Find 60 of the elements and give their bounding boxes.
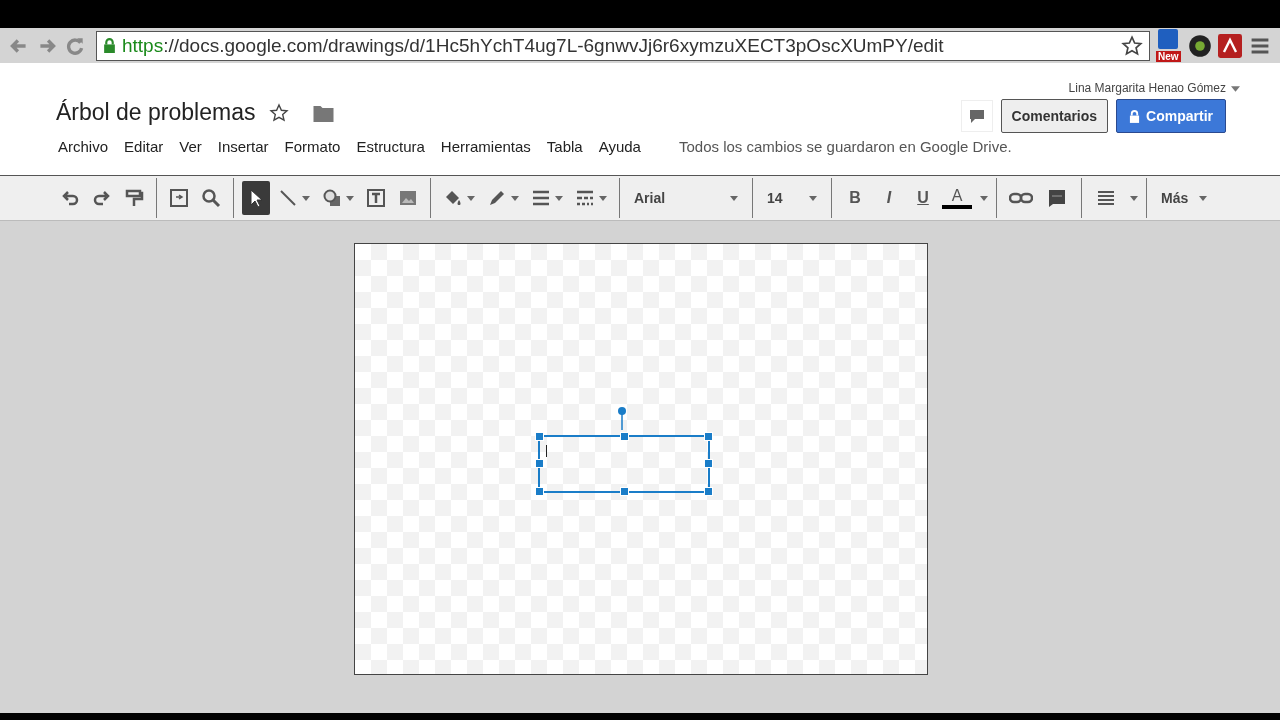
- text-box-icon: [366, 188, 386, 208]
- menu-item[interactable]: Herramientas: [440, 138, 531, 155]
- menu-item[interactable]: Archivo: [58, 138, 109, 155]
- menu-item[interactable]: Formato: [284, 138, 341, 155]
- pencil-icon: [487, 188, 507, 208]
- menu-item[interactable]: Insertar: [217, 138, 269, 155]
- user-account-menu[interactable]: Lina Margarita Henao Gómez: [1068, 81, 1226, 95]
- text-box[interactable]: [538, 435, 710, 493]
- folder-icon[interactable]: [313, 103, 335, 122]
- caret-icon: [346, 195, 354, 201]
- caret-icon[interactable]: [980, 195, 988, 201]
- line-dash-icon: [575, 188, 595, 208]
- text-color-button[interactable]: A: [942, 187, 972, 209]
- caret-icon: [730, 195, 738, 201]
- caret-icon: [555, 195, 563, 201]
- extension-icon[interactable]: [1156, 28, 1180, 49]
- shape-icon: [322, 188, 342, 208]
- caret-icon: [511, 195, 519, 201]
- paint-roller-icon: [124, 188, 144, 208]
- caret-icon: [1199, 195, 1207, 201]
- more-dropdown[interactable]: Más: [1155, 190, 1213, 206]
- menu-item[interactable]: Tabla: [546, 138, 583, 155]
- menu-item[interactable]: Estructura: [356, 138, 425, 155]
- caret-icon: [467, 195, 475, 201]
- caret-icon: [809, 195, 817, 201]
- menu-item[interactable]: Ver: [179, 138, 202, 155]
- bold-button[interactable]: B: [840, 189, 870, 207]
- caret-icon: [599, 195, 607, 201]
- pdf-icon[interactable]: [1218, 33, 1242, 58]
- line-icon: [278, 188, 298, 208]
- caret-icon[interactable]: [1130, 195, 1138, 201]
- lock-icon: [103, 38, 116, 53]
- comment-icon-button[interactable]: [960, 100, 993, 132]
- lock-icon: [1129, 109, 1141, 123]
- camera-icon[interactable]: [1188, 33, 1212, 58]
- zoom-fit-icon: [169, 188, 189, 208]
- new-badge: New: [1156, 50, 1181, 62]
- menu-item[interactable]: Ayuda: [598, 138, 641, 155]
- menu-item[interactable]: Editar: [124, 138, 164, 155]
- speech-bubble-icon: [968, 108, 985, 124]
- star-icon[interactable]: [269, 102, 290, 123]
- underline-button[interactable]: U: [908, 189, 938, 207]
- caret-icon[interactable]: [1231, 86, 1240, 92]
- caret-icon: [302, 195, 310, 201]
- zoom-icon: [201, 188, 221, 208]
- redo-icon: [92, 188, 112, 208]
- font-size-dropdown[interactable]: 14: [761, 190, 823, 206]
- undo-icon: [60, 188, 80, 208]
- address-bar[interactable]: https://docs.google.com/drawings/d/1Hc5hYchT4ug7L-6gnwvJj6r6xymzuXECT3pOscXUmPY/edit: [96, 30, 1150, 61]
- italic-button[interactable]: I: [874, 189, 904, 207]
- bookmark-star-icon[interactable]: [1121, 34, 1143, 57]
- comments-button[interactable]: Comentarios: [1000, 99, 1109, 133]
- select-tool-button[interactable]: [242, 181, 270, 215]
- document-title[interactable]: Árbol de problemas: [56, 99, 256, 126]
- share-button[interactable]: Compartir: [1116, 99, 1226, 133]
- font-dropdown[interactable]: Arial: [628, 190, 744, 206]
- line-weight-icon: [531, 188, 551, 208]
- image-icon: [398, 188, 418, 208]
- save-status: Todos los cambios se guardaron en Google Drive.: [678, 138, 1012, 155]
- rotate-handle[interactable]: [617, 406, 627, 430]
